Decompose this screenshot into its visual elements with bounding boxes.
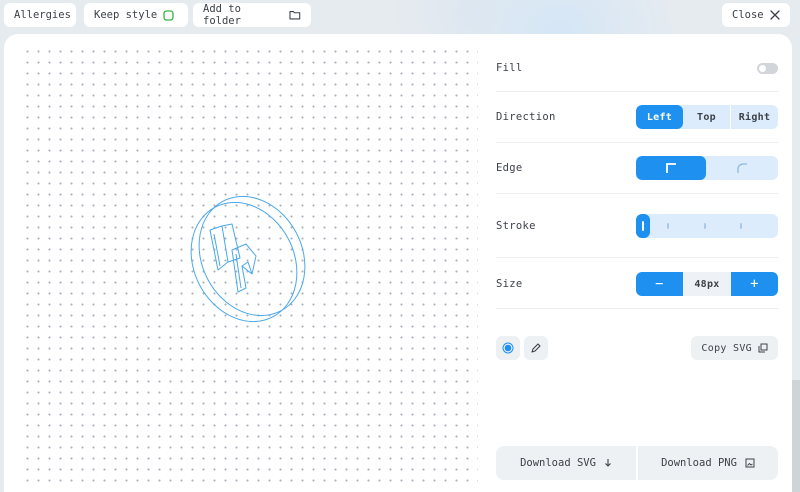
close-label: Close bbox=[732, 9, 764, 21]
rounded-corner-icon bbox=[737, 163, 747, 173]
direction-right[interactable]: Right bbox=[730, 105, 778, 129]
size-decrement-button[interactable]: − bbox=[636, 272, 683, 296]
slider-tick bbox=[667, 223, 669, 229]
isometric-icon-preview bbox=[190, 195, 306, 322]
copy-svg-button[interactable]: Copy SVG bbox=[691, 336, 778, 360]
direction-left[interactable]: Left bbox=[636, 105, 683, 129]
copy-icon bbox=[758, 343, 768, 353]
size-increment-button[interactable]: + bbox=[731, 272, 778, 296]
size-stepper: − 48px + bbox=[636, 272, 778, 296]
sharp-corner-icon bbox=[666, 163, 676, 173]
stroke-slider-thumb[interactable] bbox=[636, 214, 650, 238]
folder-icon bbox=[289, 11, 301, 20]
fill-row: Fill bbox=[496, 56, 778, 80]
edit-color-button[interactable] bbox=[524, 336, 548, 360]
dot-grid-canvas bbox=[18, 42, 478, 488]
fill-label: Fill bbox=[496, 62, 523, 74]
divider bbox=[496, 142, 778, 143]
direction-label: Direction bbox=[496, 111, 556, 123]
add-to-folder-button[interactable]: Add to folder bbox=[193, 3, 311, 27]
edge-sharp-option[interactable] bbox=[636, 156, 706, 180]
pencil-icon bbox=[531, 343, 541, 353]
add-to-folder-label: Add to folder bbox=[203, 3, 241, 27]
page-edge bbox=[792, 380, 800, 492]
download-svg-button[interactable]: Download SVG bbox=[496, 446, 636, 480]
close-button[interactable]: Close bbox=[722, 3, 790, 27]
settings-panel: Fill Direction Left Top Right Edge Strok… bbox=[496, 34, 778, 492]
edge-rounded-option[interactable] bbox=[706, 156, 778, 180]
edge-row: Edge bbox=[496, 156, 778, 180]
size-value[interactable]: 48px bbox=[683, 272, 731, 296]
download-png-label: Download PNG bbox=[661, 457, 737, 469]
icon-detail-modal: Fill Direction Left Top Right Edge Strok… bbox=[4, 34, 792, 492]
square-icon bbox=[163, 9, 174, 21]
divider bbox=[496, 193, 778, 194]
edge-segmented bbox=[636, 156, 778, 180]
direction-row: Direction Left Top Right bbox=[496, 105, 778, 129]
divider bbox=[496, 91, 778, 92]
divider bbox=[496, 257, 778, 258]
stroke-label: Stroke bbox=[496, 220, 536, 232]
allergies-label: Allergies bbox=[14, 9, 71, 21]
stroke-slider[interactable] bbox=[636, 214, 778, 238]
direction-segmented: Left Top Right bbox=[636, 105, 778, 129]
stroke-row: Stroke bbox=[496, 214, 778, 238]
divider bbox=[496, 308, 778, 309]
copy-svg-label: Copy SVG bbox=[701, 342, 752, 354]
download-arrow-icon bbox=[605, 459, 611, 467]
color-picker-button[interactable] bbox=[496, 336, 520, 360]
tools-row: Copy SVG bbox=[496, 336, 778, 360]
keep-style-label: Keep style bbox=[94, 9, 158, 21]
allergies-button[interactable]: Allergies bbox=[4, 3, 76, 27]
fill-toggle[interactable] bbox=[757, 62, 778, 74]
edge-label: Edge bbox=[496, 162, 523, 174]
slider-tick bbox=[740, 223, 742, 229]
size-row: Size − 48px + bbox=[496, 272, 778, 296]
color-tools bbox=[496, 336, 548, 360]
download-png-button[interactable]: Download PNG bbox=[638, 446, 778, 480]
image-icon bbox=[745, 458, 755, 468]
color-dot-icon bbox=[502, 342, 514, 354]
direction-top[interactable]: Top bbox=[683, 105, 730, 129]
slider-tick bbox=[704, 223, 706, 229]
size-label: Size bbox=[496, 278, 523, 290]
close-icon bbox=[769, 10, 780, 20]
keep-style-button[interactable]: Keep style bbox=[84, 3, 188, 27]
download-svg-label: Download SVG bbox=[520, 457, 596, 469]
